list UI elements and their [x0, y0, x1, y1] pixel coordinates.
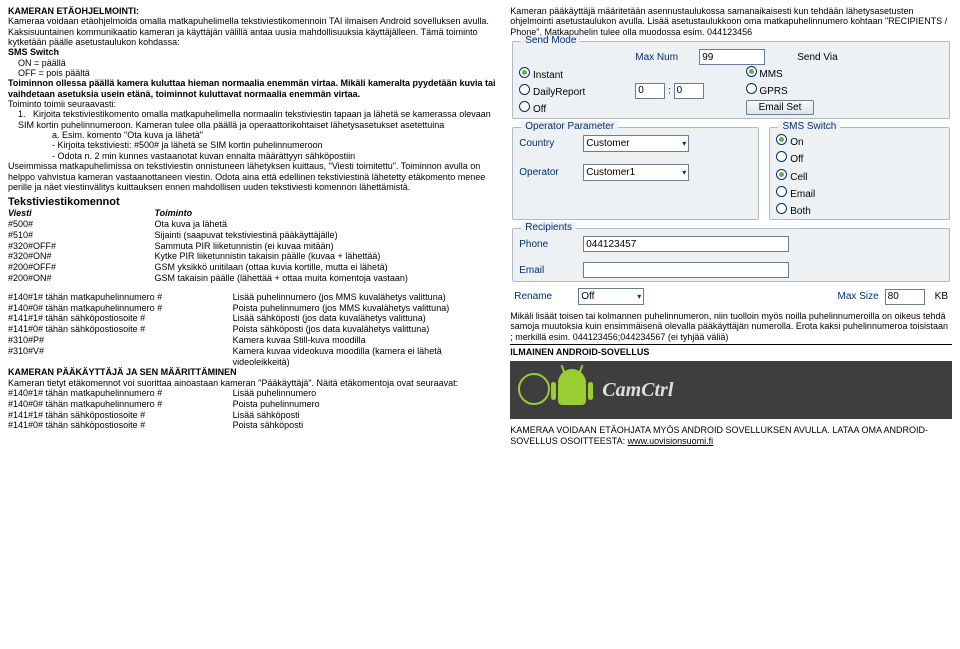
maxnum-label: Max Num — [635, 52, 693, 63]
android-app-title: ILMAINEN ANDROID-SOVELLUS — [510, 347, 952, 357]
radio-daily[interactable] — [519, 84, 530, 95]
radio-both[interactable] — [776, 203, 787, 214]
maxnum-input[interactable] — [699, 49, 765, 65]
radio-email[interactable] — [776, 186, 787, 197]
maxsize-input[interactable] — [885, 289, 925, 305]
on-line: ON = päällä — [8, 58, 496, 68]
android-banner: CamCtrl — [510, 361, 952, 419]
operator-select[interactable]: Customer1▾ — [583, 164, 689, 181]
sendvia-label: Send Via — [797, 52, 837, 63]
group-recipients: Recipients — [521, 222, 576, 233]
right-para1: Kameran pääkäyttäjä määritetään asennust… — [510, 6, 952, 37]
divider — [510, 344, 952, 345]
radio-sms-off[interactable] — [776, 151, 787, 162]
sms-switch: SMS Switch — [8, 47, 496, 57]
group-sendmode: Send Mode — [521, 35, 580, 46]
chevron-down-icon: ▾ — [682, 139, 686, 148]
radio-off[interactable] — [519, 101, 530, 112]
cmds-title: Tekstiviestikomennot — [8, 196, 496, 208]
daily-m[interactable] — [674, 83, 704, 99]
group-operator: Operator Parameter — [521, 121, 618, 132]
group-smsswitch: SMS Switch — [778, 121, 840, 132]
how-b: - Kirjoita tekstiviesti: #500# ja lähetä… — [8, 140, 496, 150]
radio-mms[interactable] — [746, 66, 757, 77]
how-title: Toiminto toimii seuraavasti: — [8, 99, 496, 109]
chevron-down-icon: ▾ — [682, 168, 686, 177]
phone-input[interactable] — [583, 236, 789, 252]
chevron-down-icon: ▾ — [637, 292, 641, 301]
country-select[interactable]: Customer▾ — [583, 135, 689, 152]
cmds-table: ViestiToiminto #500#Ota kuva ja lähetä #… — [8, 208, 496, 284]
right-para2: Mikäli lisäät toisen tai kolmannen puhel… — [510, 311, 952, 342]
right-para3: KAMERAA VOIDAAN ETÄOHJATA MYÖS ANDROID S… — [510, 425, 952, 446]
radio-gprs[interactable] — [746, 83, 757, 94]
para2: Toiminnon ollessa päällä kamera kuluttaa… — [8, 78, 496, 99]
email-set-button[interactable]: Email Set — [746, 100, 815, 115]
para3: Useimmissa matkapuhelimissa on tekstivie… — [8, 161, 496, 192]
intro: Kameraa voidaan etäohjelmoida omalla mat… — [8, 16, 496, 47]
radio-cell[interactable] — [776, 169, 787, 180]
daily-h[interactable] — [635, 83, 665, 99]
rename-select[interactable]: Off▾ — [578, 288, 644, 305]
wifi-icon — [518, 373, 550, 405]
camctrl-logo: CamCtrl — [602, 379, 673, 402]
how-a: a. Esim. komento "Ota kuva ja lähetä" — [8, 130, 496, 140]
radio-instant[interactable] — [519, 67, 530, 78]
android-icon — [552, 367, 592, 413]
how-c: - Odota n. 2 min kunnes vastaanotat kuva… — [8, 151, 496, 161]
cmds-table-3: #140#1# tähän matkapuhelinnumero #Lisää … — [8, 388, 496, 431]
how1: 1. Kirjoita tekstiviestikomento omalla m… — [8, 109, 496, 130]
admin-title: KAMERAN PÄÄKÄYTTÄJÄ JA SEN MÄÄRITTÄMINEN — [8, 367, 496, 377]
cmds-table-2: #140#1# tähän matkapuhelinnumero #Lisää … — [8, 292, 496, 368]
title: KAMERAN ETÄOHJELMOINTI: — [8, 6, 496, 16]
radio-sms-on[interactable] — [776, 134, 787, 145]
off-line: OFF = pois päältä — [8, 68, 496, 78]
admin-p: Kameran tietyt etäkomennot voi suorittaa… — [8, 378, 496, 388]
app-screenshot: Send Mode Max Num Send Via Instant Daily… — [510, 41, 952, 305]
email-input[interactable] — [583, 262, 789, 278]
download-url[interactable]: www.uovisionsuomi.fi — [628, 436, 714, 446]
